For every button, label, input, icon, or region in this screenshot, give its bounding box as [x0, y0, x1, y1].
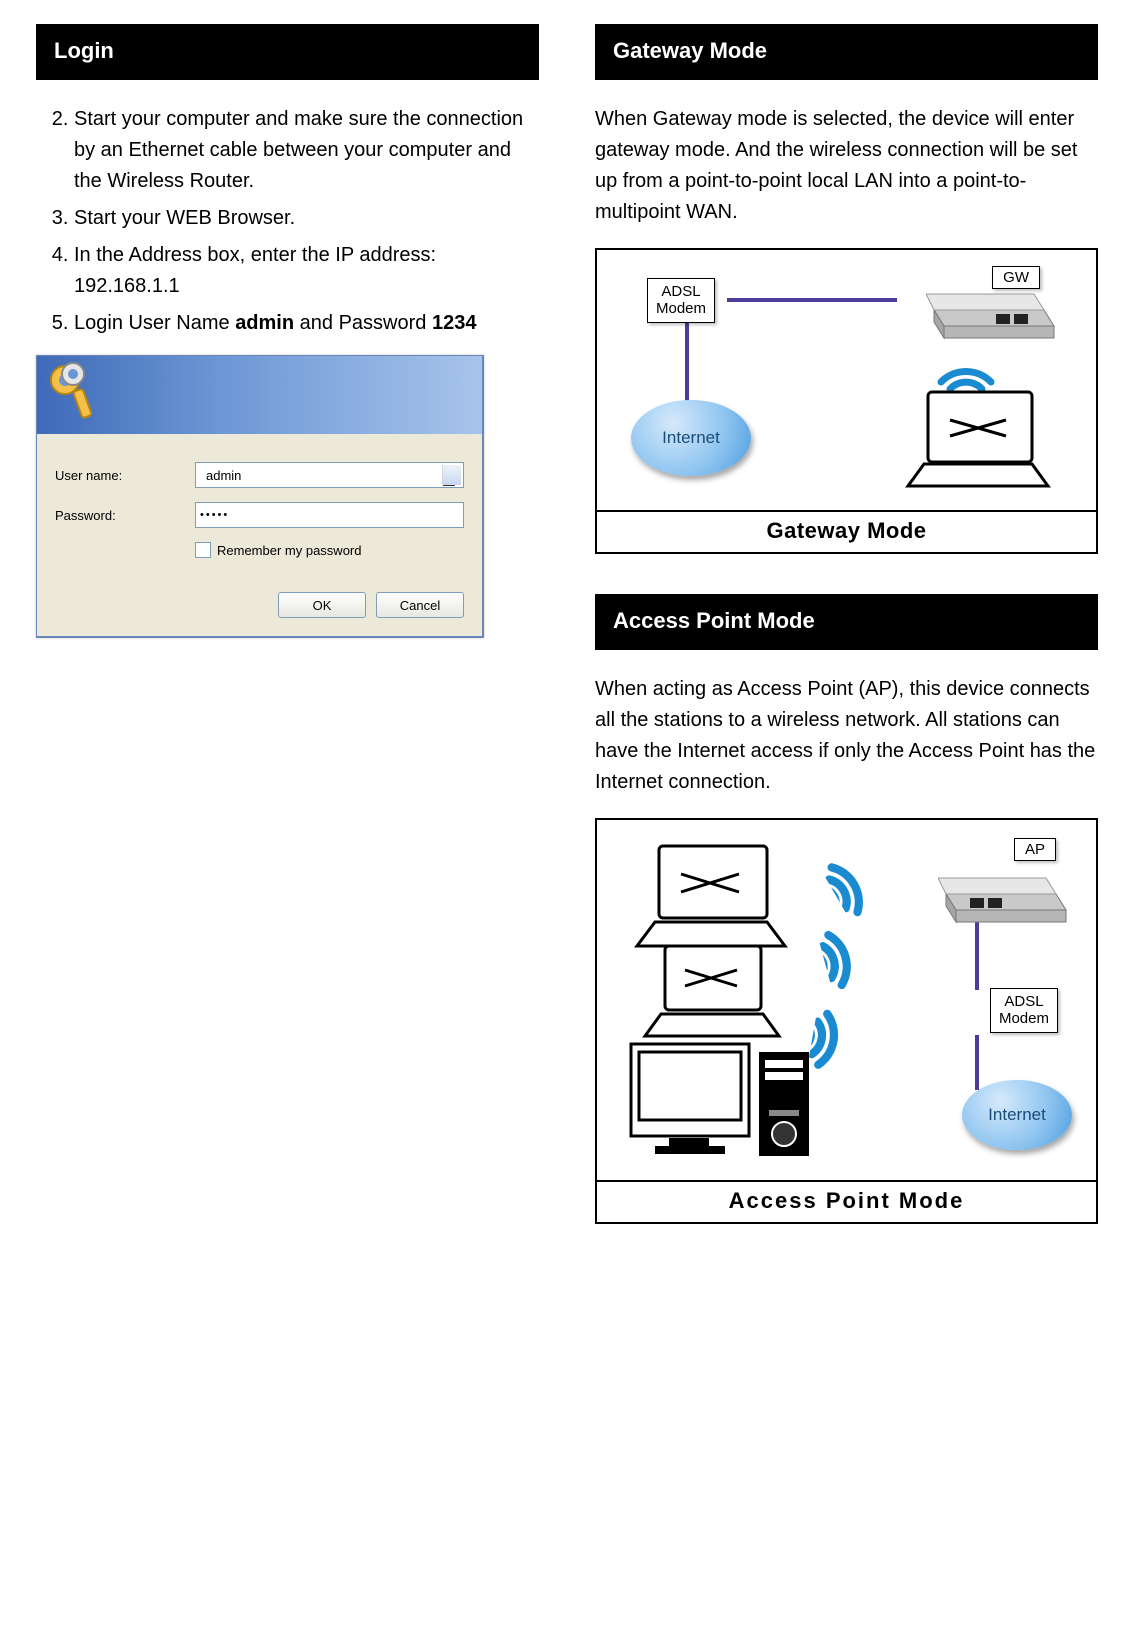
ok-button[interactable]: OK	[278, 592, 366, 618]
login-step: In the Address box, enter the IP address…	[74, 240, 539, 302]
user-icon	[441, 471, 457, 487]
adsl-modem-label: ADSL Modem	[647, 278, 715, 323]
gateway-heading: Gateway Mode	[595, 24, 1098, 80]
internet-bubble: Internet	[962, 1080, 1072, 1150]
laptop-icon	[627, 840, 793, 956]
gateway-diagram: ADSL Modem GW	[595, 248, 1098, 554]
username-input[interactable]: admin	[195, 462, 464, 488]
laptop-icon	[898, 386, 1056, 496]
login-step: Start your computer and make sure the co…	[74, 104, 539, 197]
chevron-down-icon	[449, 471, 457, 479]
password-input[interactable]: •••••	[195, 502, 464, 528]
dialog-banner	[37, 356, 482, 434]
password-value: •••••	[200, 509, 229, 521]
gateway-caption: Gateway Mode	[597, 510, 1096, 552]
login-heading: Login	[36, 24, 539, 80]
login-step: Start your WEB Browser.	[74, 203, 539, 234]
ap-description: When acting as Access Point (AP), this d…	[595, 674, 1098, 798]
username-label: User name:	[55, 468, 195, 483]
wifi-icon	[936, 342, 996, 392]
ap-heading: Access Point Mode	[595, 594, 1098, 650]
laptop-icon	[637, 940, 785, 1044]
login-steps: Start your computer and make sure the co…	[36, 104, 539, 339]
remember-checkbox[interactable]	[195, 542, 211, 558]
login-step: Login User Name admin and Password 1234	[74, 308, 539, 339]
gw-label: GW	[992, 266, 1040, 289]
internet-label: Internet	[988, 1105, 1046, 1125]
adsl-modem-label: ADSL Modem	[990, 988, 1058, 1033]
remember-label: Remember my password	[217, 543, 362, 558]
login-dialog: User name: admin Password: •••••	[36, 355, 484, 638]
password-label: Password:	[55, 508, 195, 523]
router-icon	[938, 854, 1068, 926]
desktop-icon	[625, 1038, 825, 1168]
internet-label: Internet	[662, 428, 720, 448]
internet-bubble: Internet	[631, 400, 751, 476]
keys-icon	[43, 358, 107, 430]
ap-diagram: AP ADSL Modem Internet	[595, 818, 1098, 1224]
ap-caption: Access Point Mode	[597, 1180, 1096, 1222]
ap-label: AP	[1014, 838, 1056, 861]
cancel-button[interactable]: Cancel	[376, 592, 464, 618]
username-value: admin	[206, 468, 241, 483]
gateway-description: When Gateway mode is selected, the devic…	[595, 104, 1098, 228]
